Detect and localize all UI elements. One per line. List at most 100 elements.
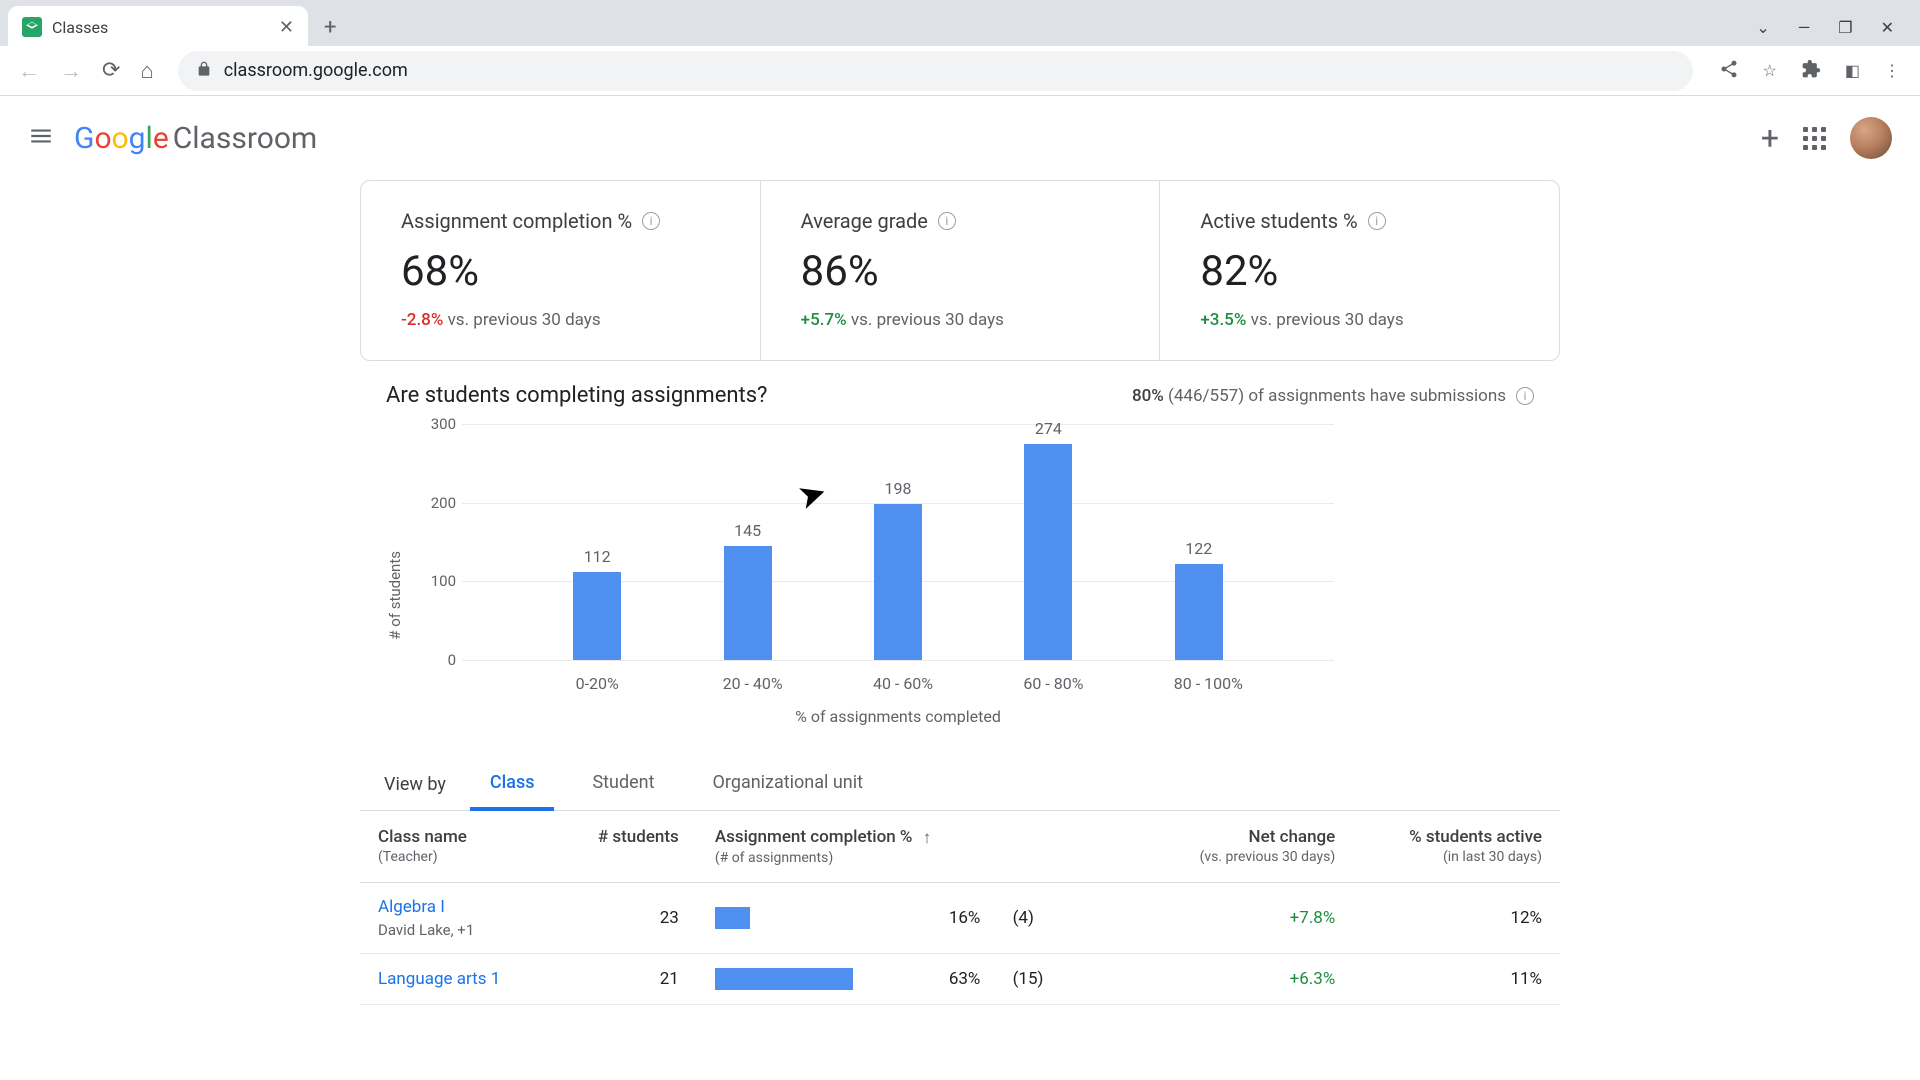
minimize-icon[interactable]: — (1798, 18, 1811, 37)
back-button[interactable]: ← (14, 54, 44, 88)
completion-pct: 63% (949, 969, 981, 989)
cell-active: 11% (1353, 953, 1560, 1004)
completion-count: (15) (1013, 969, 1044, 989)
stat-row: Assignment completion % i 68% -2.8% vs. … (360, 180, 1560, 361)
forward-button[interactable]: → (56, 54, 86, 88)
bar-column: 122 (1174, 539, 1224, 660)
chevron-down-icon[interactable]: ⌄ (1756, 18, 1769, 37)
app-header: Google Classroom + (0, 96, 1920, 180)
col-active[interactable]: % students active (in last 30 days) (1353, 811, 1560, 882)
bar (1024, 444, 1072, 660)
x-tick: 20 - 40% (723, 674, 773, 693)
header-actions: + (1761, 117, 1892, 159)
class-link[interactable]: Language arts 1 (378, 969, 536, 989)
table-row: Language arts 1 21 63% (15) +6.3%11% (360, 953, 1560, 1004)
col-class[interactable]: Class name (Teacher) (360, 811, 554, 882)
share-icon[interactable] (1713, 53, 1745, 89)
url-text: classroom.google.com (224, 60, 408, 81)
sort-arrow-icon: ↑ (923, 828, 932, 848)
class-link[interactable]: Algebra I (378, 897, 536, 917)
apps-icon[interactable] (1803, 127, 1826, 150)
address-bar[interactable]: classroom.google.com (178, 51, 1693, 91)
stat-delta: +5.7% vs. previous 30 days (801, 310, 1120, 330)
bar (724, 546, 772, 660)
browser-tab[interactable]: Classes ✕ (8, 6, 308, 48)
kebab-icon[interactable]: ⋮ (1878, 55, 1906, 86)
window-controls: ⌄ — ❐ ✕ (1756, 18, 1912, 37)
x-tick: 60 - 80% (1023, 674, 1073, 693)
info-icon[interactable]: i (1516, 387, 1534, 405)
bookmark-icon[interactable]: ☆ (1757, 55, 1783, 86)
cell-class: Language arts 1 (360, 953, 554, 1004)
tab-student[interactable]: Student (572, 758, 674, 811)
cell-netchange: +7.8% (1143, 882, 1353, 953)
x-tick: 80 - 100% (1174, 674, 1224, 693)
bar-column: 145 (723, 521, 773, 660)
bars: 112145198274122 (462, 424, 1334, 660)
stat-card-active: Active students % i 82% +3.5% vs. previo… (1159, 181, 1559, 360)
home-button[interactable]: ⌂ (136, 54, 157, 88)
stat-title: Assignment completion % (401, 209, 632, 233)
bar-value-label: 198 (884, 479, 911, 498)
tab-org-unit[interactable]: Organizational unit (693, 758, 884, 811)
cell-completion: 16% (4) (697, 882, 1143, 953)
avatar[interactable] (1850, 117, 1892, 159)
y-tick: 200 (412, 494, 456, 512)
tab-class[interactable]: Class (470, 758, 555, 811)
chart-section: Are students completing assignments? 80%… (360, 383, 1560, 726)
close-window-icon[interactable]: ✕ (1881, 18, 1894, 37)
sidepanel-icon[interactable]: ◧ (1839, 55, 1866, 86)
classroom-favicon (22, 17, 42, 37)
info-icon[interactable]: i (938, 212, 956, 230)
reload-button[interactable]: ⟳ (98, 54, 124, 87)
menu-icon[interactable] (28, 123, 54, 153)
bar (1175, 564, 1223, 660)
view-by-label: View by (378, 760, 452, 809)
cell-netchange: +6.3% (1143, 953, 1353, 1004)
extensions-icon[interactable] (1795, 53, 1827, 89)
stat-delta: -2.8% vs. previous 30 days (401, 310, 720, 330)
new-tab-button[interactable]: + (324, 15, 336, 40)
stat-delta: +3.5% vs. previous 30 days (1200, 310, 1519, 330)
bar-value-label: 122 (1185, 539, 1212, 558)
view-tabs: View by Class Student Organizational uni… (360, 758, 1560, 811)
cell-students: 21 (554, 953, 697, 1004)
info-icon[interactable]: i (642, 212, 660, 230)
chart-subtitle: 80% (446/557) of assignments have submis… (1132, 386, 1534, 406)
browser-toolbar: ← → ⟳ ⌂ classroom.google.com ☆ ◧ ⋮ (0, 46, 1920, 96)
close-icon[interactable]: ✕ (279, 17, 294, 38)
y-axis-label: # of students (386, 511, 404, 640)
chart-question: Are students completing assignments? (386, 383, 767, 408)
stat-title: Average grade (801, 209, 928, 233)
stat-card-completion: Assignment completion % i 68% -2.8% vs. … (361, 181, 760, 360)
restore-icon[interactable]: ❐ (1838, 18, 1852, 37)
bar-value-label: 274 (1035, 419, 1062, 438)
col-netchange[interactable]: Net change (vs. previous 30 days) (1143, 811, 1353, 882)
x-tick: 40 - 60% (873, 674, 923, 693)
stat-card-grade: Average grade i 86% +5.7% vs. previous 3… (760, 181, 1160, 360)
stat-value: 82% (1200, 247, 1519, 296)
bar (874, 504, 922, 660)
tab-strip: Classes ✕ + ⌄ — ❐ ✕ (0, 0, 1920, 46)
completion-pct: 16% (949, 908, 981, 928)
create-button[interactable]: + (1761, 119, 1779, 157)
cell-active: 12% (1353, 882, 1560, 953)
teacher-text: David Lake, +1 (378, 921, 536, 939)
bar-column: 274 (1023, 419, 1073, 660)
bar-value-label: 145 (734, 521, 761, 540)
progress-bar (715, 968, 935, 990)
x-axis-label: % of assignments completed (462, 707, 1334, 726)
info-icon[interactable]: i (1368, 212, 1386, 230)
bar-column: 112 (572, 547, 622, 660)
logo-google: Google (74, 121, 169, 156)
lock-icon (196, 61, 212, 81)
gridline (462, 660, 1334, 661)
y-tick: 100 (412, 572, 456, 590)
app-logo[interactable]: Google Classroom (74, 121, 317, 156)
plot-area: 0100200300112145198274122 (462, 424, 1334, 660)
x-ticks: 0-20%20 - 40%40 - 60%60 - 80%80 - 100% (462, 674, 1334, 693)
col-students[interactable]: # students (554, 811, 697, 882)
progress-bar (715, 907, 935, 929)
browser-chrome: Classes ✕ + ⌄ — ❐ ✕ ← → ⟳ ⌂ classroom.go… (0, 0, 1920, 96)
col-completion[interactable]: Assignment completion % ↑ (# of assignme… (697, 811, 1143, 882)
